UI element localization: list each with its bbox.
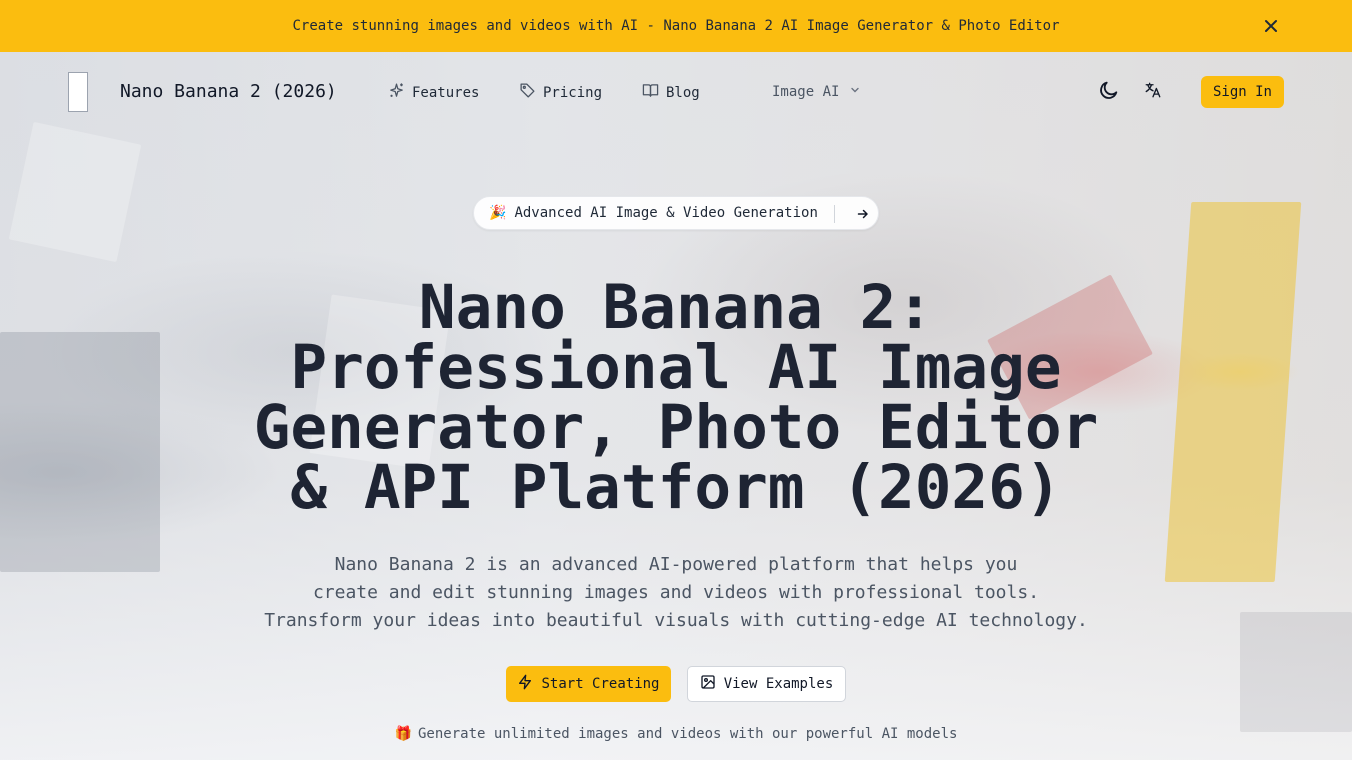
- party-popper-icon: 🎉: [489, 205, 507, 221]
- pill-divider: [834, 205, 835, 223]
- hero-description-line: Transform your ideas into beautiful visu…: [264, 610, 1088, 631]
- hero-footnote: 🎁 Generate unlimited images and videos wi…: [276, 726, 1076, 742]
- hero-footnote-text: Generate unlimited images and videos wit…: [418, 726, 958, 742]
- start-creating-label: Start Creating: [541, 676, 660, 692]
- sparkles-icon: [388, 82, 405, 103]
- lightning-icon: [517, 674, 533, 694]
- nav-features[interactable]: Features: [388, 82, 479, 103]
- hero-title-line: Professional AI Image: [290, 332, 1062, 403]
- start-creating-button[interactable]: Start Creating: [506, 666, 671, 702]
- hero-title: Nano Banana 2: Professional AI Image Gen…: [176, 272, 1176, 523]
- close-icon[interactable]: [1262, 17, 1280, 35]
- brand-name[interactable]: Nano Banana 2 (2026): [120, 81, 337, 102]
- announcement-pill[interactable]: 🎉 Advanced AI Image & Video Generation: [473, 196, 879, 230]
- hero-description: Nano Banana 2 is an advanced AI-powered …: [226, 551, 1126, 635]
- logo-image[interactable]: [68, 72, 88, 112]
- nav-pricing-label: Pricing: [543, 84, 603, 101]
- moon-icon: [1098, 79, 1120, 105]
- sign-in-button[interactable]: Sign In: [1201, 76, 1284, 108]
- chevron-down-icon: [849, 84, 861, 100]
- theme-toggle-button[interactable]: [1097, 80, 1121, 104]
- gift-icon: 🎁: [394, 726, 412, 742]
- hero-title-line: Nano Banana 2:: [418, 272, 934, 343]
- hero-description-line: create and edit stunning images and vide…: [312, 582, 1040, 603]
- nav-blog-label: Blog: [666, 84, 700, 101]
- nav-pricing[interactable]: Pricing: [519, 82, 602, 103]
- tag-icon: [519, 82, 536, 103]
- promo-banner-text: Create stunning images and videos with A…: [292, 18, 1060, 34]
- hero-description-line: Nano Banana 2 is an advanced AI-powered …: [334, 554, 1018, 575]
- image-icon: [700, 674, 716, 694]
- hero-title-line: Generator, Photo Editor: [253, 392, 1099, 463]
- book-open-icon: [642, 82, 659, 103]
- view-examples-button[interactable]: View Examples: [687, 666, 846, 702]
- announcement-pill-text: Advanced AI Image & Video Generation: [514, 205, 818, 221]
- site-header: Nano Banana 2 (2026) Features Pricing Bl…: [0, 52, 1352, 132]
- view-examples-label: View Examples: [723, 676, 834, 692]
- nav-blog[interactable]: Blog: [642, 82, 700, 103]
- promo-banner: Create stunning images and videos with A…: [0, 0, 1352, 52]
- nav-features-label: Features: [412, 84, 480, 101]
- translate-icon: [1144, 81, 1162, 103]
- model-select-value: Image AI: [772, 84, 840, 100]
- arrow-right-icon: [855, 206, 871, 222]
- language-button[interactable]: [1141, 80, 1165, 104]
- model-select[interactable]: Image AI: [760, 80, 861, 104]
- hero-title-line: & API Platform (2026): [290, 452, 1062, 523]
